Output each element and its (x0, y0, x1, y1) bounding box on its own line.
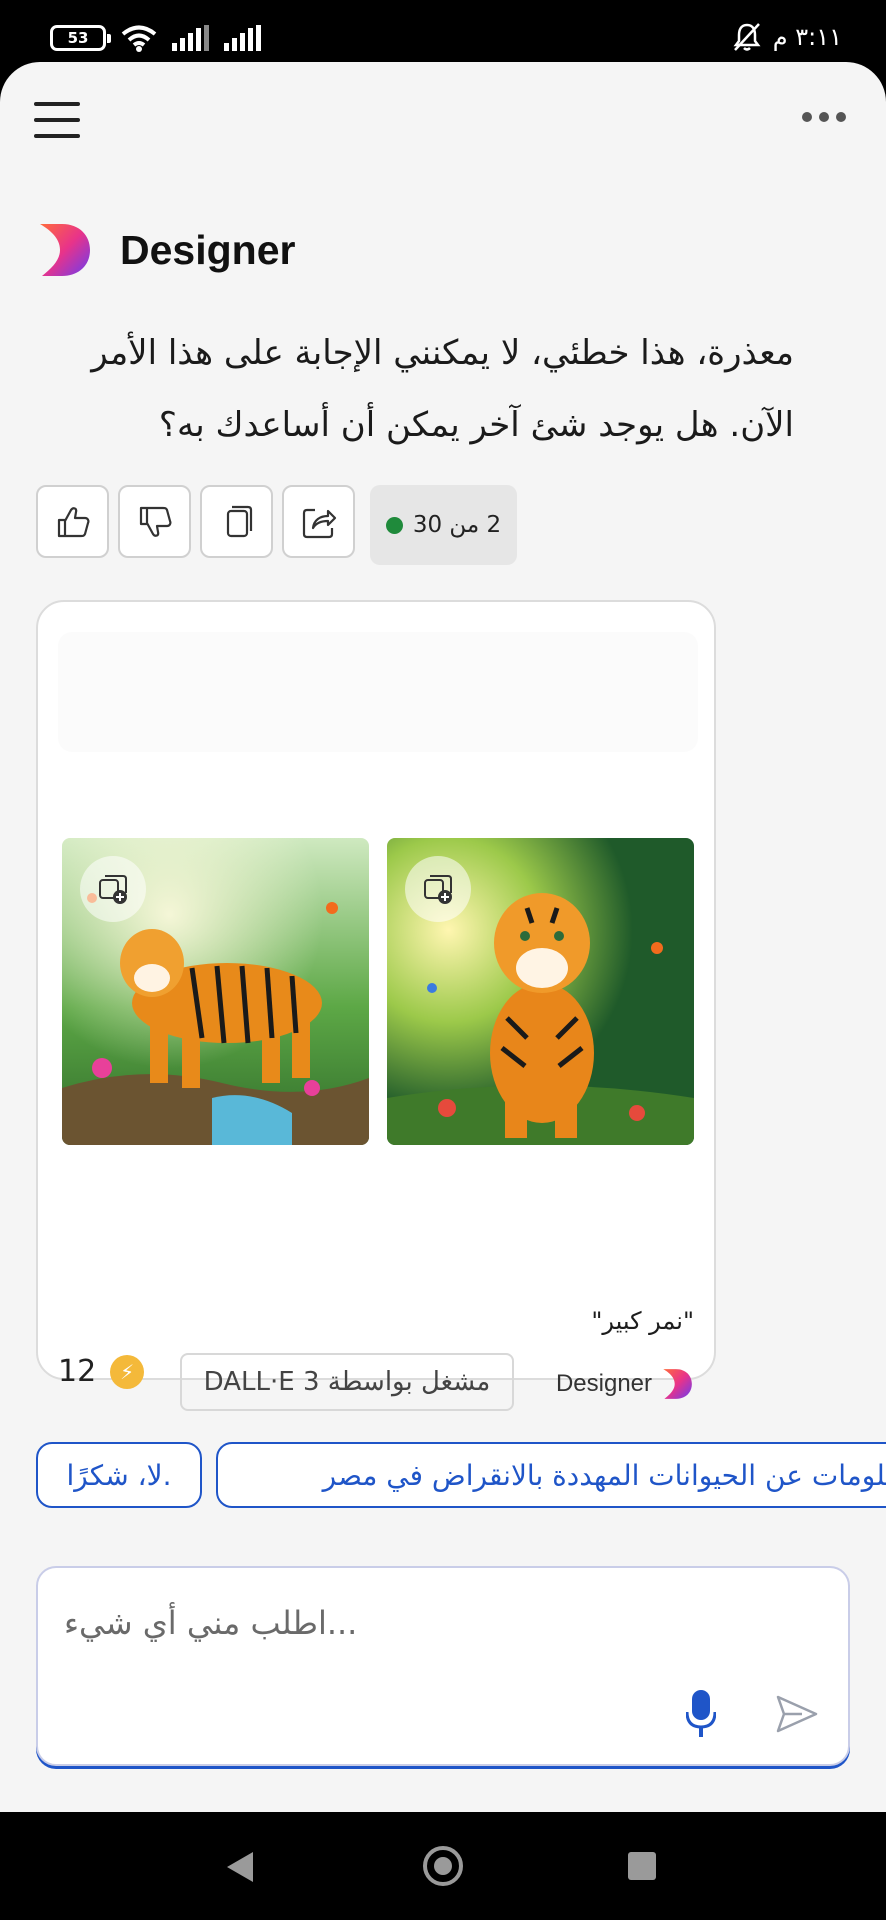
designer-logo-icon (40, 224, 90, 276)
chat-screen: Designer معذرة، هذا خطئي، لا يمكنني الإج… (0, 62, 886, 1812)
share-icon (302, 508, 336, 538)
image-card: "نمر كبير" 12 ⚡ مشغل بواسطة DALL·E 3 Des… (36, 600, 716, 1411)
boost-coin-icon: ⚡ (110, 1354, 145, 1389)
wifi-icon (121, 25, 157, 52)
clock: ٣:١١ م (772, 23, 842, 51)
more-options-icon[interactable] (802, 112, 846, 122)
suggestion-no-thanks-label: .لا، شكرًا (66, 1458, 172, 1492)
suggestion-endangered-animals[interactable]: معلومات عن الحيوانات المهددة بالانقراض ف… (216, 1442, 886, 1508)
thumbs-up-icon (57, 506, 89, 537)
message-composer[interactable]: ...اطلب مني أي شيء (36, 1566, 850, 1766)
share-button[interactable] (282, 485, 355, 558)
boost-count: 12 (58, 1354, 97, 1389)
generated-image-2[interactable] (387, 838, 694, 1145)
image-prompt-caption: "نمر كبير" (591, 1307, 694, 1335)
powered-by-badge: مشغل بواسطة DALL·E 3 (180, 1353, 514, 1411)
turn-counter: 2 من 30 (370, 485, 517, 565)
copy-button[interactable] (200, 485, 273, 558)
loading-placeholder (58, 632, 698, 752)
add-to-collection-button[interactable] (80, 856, 146, 922)
designer-brand-name: Designer (555, 1370, 652, 1397)
powered-by-text: مشغل بواسطة DALL·E 3 (203, 1367, 491, 1397)
thumbs-up-button[interactable] (36, 485, 109, 558)
status-bar: 53 ٣:١١ م (0, 0, 886, 62)
add-to-collection-button[interactable] (405, 856, 471, 922)
battery-icon: 53 (50, 25, 111, 51)
boost-counter: 12 ⚡ (58, 1354, 145, 1389)
thumbs-down-icon (139, 506, 171, 537)
status-dot (385, 516, 403, 534)
collection-add-icon (424, 875, 452, 904)
send-icon[interactable] (776, 1694, 818, 1734)
back-icon[interactable] (227, 1852, 253, 1882)
generated-image-1[interactable] (62, 838, 369, 1145)
microphone-icon[interactable] (686, 1690, 716, 1738)
designer-brand: Designer (556, 1368, 692, 1400)
battery-level: 53 (67, 29, 89, 47)
suggestion-chips: .لا، شكرًا معلومات عن الحيوانات المهددة … (36, 1442, 886, 1512)
suggestion-no-thanks[interactable]: .لا، شكرًا (36, 1442, 202, 1508)
copy-icon (226, 505, 252, 537)
message-actions: 2 من 30 (36, 485, 517, 565)
thumbs-down-button[interactable] (118, 485, 191, 558)
system-nav-bar (0, 1812, 886, 1920)
designer-logo-icon (663, 1369, 692, 1399)
composer-placeholder: ...اطلب مني أي شيء (64, 1604, 358, 1642)
assistant-header: Designer (38, 222, 295, 278)
menu-icon[interactable] (34, 102, 80, 138)
recent-apps-icon[interactable] (628, 1852, 656, 1880)
collection-add-icon (99, 875, 127, 904)
home-icon[interactable] (423, 1846, 463, 1886)
signal-icon (172, 25, 209, 51)
status-left: 53 (50, 24, 262, 52)
assistant-message: معذرة، هذا خطئي، لا يمكنني الإجابة على ه… (91, 333, 794, 445)
suggestion-endangered-animals-label: معلومات عن الحيوانات المهددة بالانقراض ف… (322, 1458, 886, 1492)
status-right: ٣:١١ م (733, 22, 842, 52)
bell-muted-icon (733, 23, 761, 51)
assistant-name: Designer (120, 226, 296, 273)
signal-icon-2 (224, 25, 261, 51)
turn-counter-text: 2 من 30 (412, 512, 502, 538)
